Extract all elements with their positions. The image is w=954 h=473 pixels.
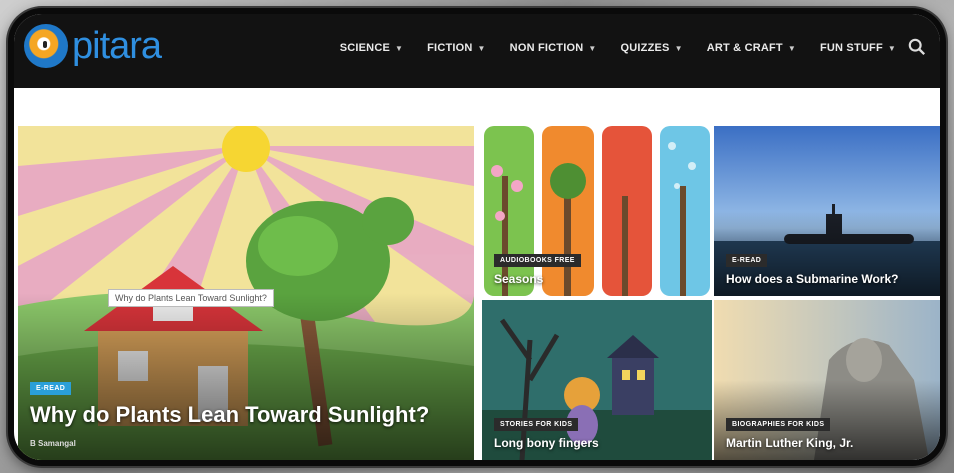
site-header: pitara SCIENCE ▼ FICTION ▼ NON FICTION ▼ QU… — [14, 14, 940, 88]
tile-caption: STORIES FOR KIDS Long bony fingers — [494, 413, 704, 450]
category-badge[interactable]: E-READ — [726, 254, 768, 267]
logo-text: pitara — [72, 25, 162, 67]
chevron-down-icon: ▼ — [477, 43, 486, 53]
nav-label: FICTION — [427, 42, 473, 54]
author-name[interactable]: B Samangal — [30, 439, 466, 448]
nav-label: NON FICTION — [509, 42, 584, 54]
nav-item-art-craft[interactable]: ART & CRAFT ▼ — [707, 42, 796, 54]
tile-title[interactable]: Seasons — [494, 272, 704, 286]
category-badge[interactable]: STORIES FOR KIDS — [494, 418, 579, 431]
site-logo[interactable]: pitara — [24, 24, 162, 68]
tile-caption: AUDIOBOOKS FREE Seasons — [494, 249, 704, 286]
device-frame: pitara SCIENCE ▼ FICTION ▼ NON FICTION ▼ QU… — [8, 8, 946, 466]
featured-title[interactable]: Why do Plants Lean Toward Sunlight? — [30, 401, 466, 429]
nav-item-non-fiction[interactable]: NON FICTION ▼ — [510, 42, 597, 54]
chevron-down-icon: ▼ — [787, 43, 796, 53]
nav-label: SCIENCE — [339, 42, 391, 54]
tile-title[interactable]: Long bony fingers — [494, 436, 704, 450]
article-tile-long-bony-fingers[interactable]: STORIES FOR KIDS Long bony fingers — [482, 300, 712, 460]
nav-item-quizzes[interactable]: QUIZZES ▼ — [621, 42, 683, 54]
tile-title[interactable]: Martin Luther King, Jr. — [726, 436, 936, 450]
browser-screen: pitara SCIENCE ▼ FICTION ▼ NON FICTION ▼ QU… — [14, 14, 940, 460]
tile-caption: E-READ How does a Submarine Work? — [726, 249, 936, 286]
nav-label: FUN STUFF — [819, 42, 883, 54]
search-icon[interactable] — [908, 38, 926, 56]
chevron-down-icon: ▼ — [395, 43, 404, 53]
main-nav: SCIENCE ▼ FICTION ▼ NON FICTION ▼ QUIZZES ▼ … — [340, 42, 896, 54]
nav-item-science[interactable]: SCIENCE ▼ — [340, 42, 403, 54]
nav-item-fun-stuff[interactable]: FUN STUFF ▼ — [820, 42, 896, 54]
nav-label: ART & CRAFT — [706, 42, 783, 54]
featured-caption: E-READ Why do Plants Lean Toward Sunligh… — [30, 377, 466, 448]
chevron-down-icon: ▼ — [674, 43, 683, 53]
nav-label: QUIZZES — [620, 42, 670, 54]
tooltip: Why do Plants Lean Toward Sunlight? — [108, 289, 274, 307]
category-badge[interactable]: BIOGRAPHIES FOR KIDS — [726, 418, 831, 431]
tile-caption: BIOGRAPHIES FOR KIDS Martin Luther King,… — [726, 413, 936, 450]
article-tile-submarine[interactable]: E-READ How does a Submarine Work? — [714, 126, 940, 296]
category-badge[interactable]: AUDIOBOOKS FREE — [494, 254, 581, 267]
logo-icon — [24, 24, 68, 68]
featured-article[interactable]: Why do Plants Lean Toward Sunlight? E-RE… — [18, 126, 474, 460]
article-tile-seasons[interactable]: AUDIOBOOKS FREE Seasons — [482, 126, 712, 296]
category-badge[interactable]: E-READ — [30, 382, 72, 395]
nav-item-fiction[interactable]: FICTION ▼ — [427, 42, 486, 54]
chevron-down-icon: ▼ — [588, 43, 597, 53]
chevron-down-icon: ▼ — [887, 43, 896, 53]
article-tile-mlk[interactable]: BIOGRAPHIES FOR KIDS Martin Luther King,… — [714, 300, 940, 460]
tile-title[interactable]: How does a Submarine Work? — [726, 272, 936, 286]
